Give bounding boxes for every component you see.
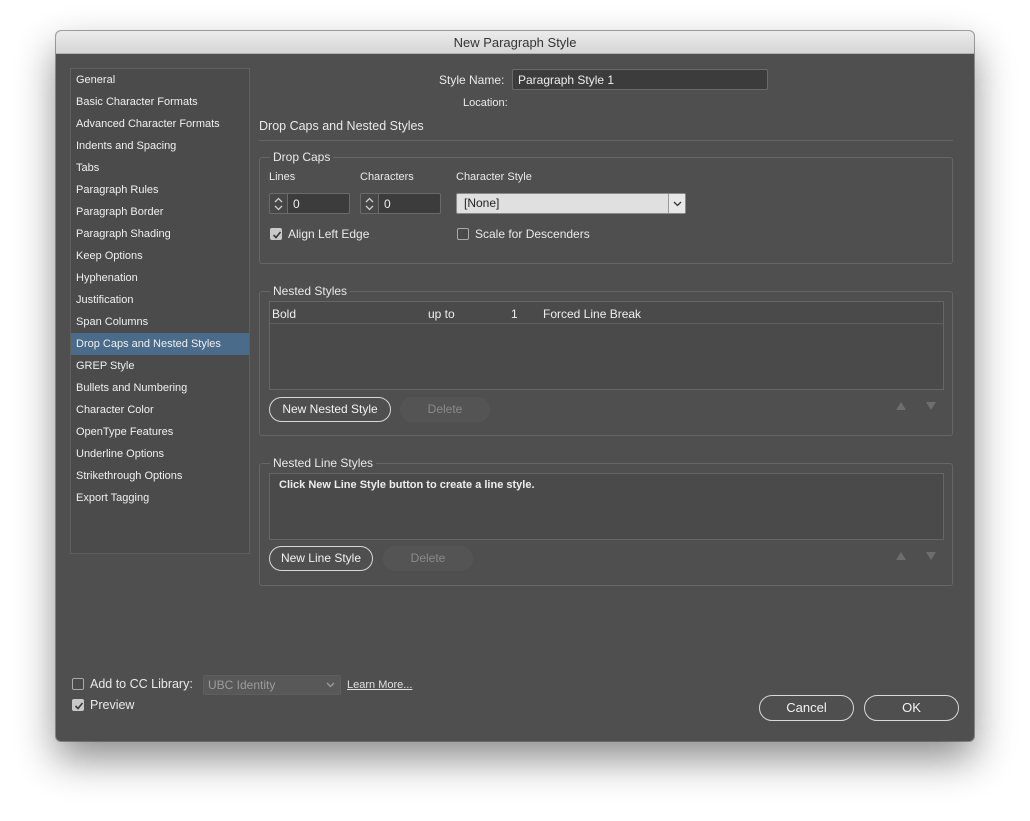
preview-label: Preview [90,698,135,712]
sidebar-item-paragraph-shading[interactable]: Paragraph Shading [71,223,249,245]
characters-input[interactable] [378,193,441,214]
sidebar-item-general[interactable]: General [71,69,249,91]
style-name-input[interactable] [512,69,768,90]
section-divider [259,140,953,141]
nested-style-name[interactable]: Bold [272,307,296,321]
characters-label: Characters [360,171,414,183]
style-name-label: Style Name: [439,73,505,87]
delete-line-style-button[interactable]: Delete [383,546,473,571]
nested-styles-table: Bold up to 1 Forced Line Break [269,301,944,390]
dropdown-toggle[interactable] [668,194,685,213]
cc-library-dropdown[interactable]: UBC Identity [203,675,341,695]
category-sidebar: General Basic Character Formats Advanced… [70,68,250,554]
drop-caps-title: Drop Caps [270,150,334,164]
checkmark-icon [272,231,282,239]
nested-style-count[interactable]: 1 [511,307,518,321]
preview-checkbox[interactable] [72,699,84,711]
ok-button[interactable]: OK [864,695,959,721]
sidebar-item-export-tagging[interactable]: Export Tagging [71,487,249,509]
new-paragraph-style-dialog: New Paragraph Style General Basic Charac… [56,31,974,741]
cancel-button[interactable]: Cancel [759,695,854,721]
scale-for-descenders-checkbox[interactable] [457,228,469,240]
nested-styles-title: Nested Styles [270,284,351,298]
sidebar-item-advanced-character-formats[interactable]: Advanced Character Formats [71,113,249,135]
sidebar-item-paragraph-border[interactable]: Paragraph Border [71,201,249,223]
location-label: Location: [463,97,508,109]
dialog-title: New Paragraph Style [56,31,974,54]
move-down-icon[interactable] [925,551,937,561]
nested-line-styles-hint: Click New Line Style button to create a … [279,479,535,491]
add-to-cc-library-checkbox[interactable] [72,678,84,690]
sidebar-item-paragraph-rules[interactable]: Paragraph Rules [71,179,249,201]
move-up-icon[interactable] [895,551,907,561]
align-left-edge-checkbox[interactable] [270,228,282,240]
lines-input[interactable] [287,193,350,214]
checkmark-icon [74,702,84,710]
chevron-down-icon [326,682,335,688]
lines-stepper[interactable] [269,193,287,214]
character-style-label: Character Style [456,171,532,183]
nested-style-relation[interactable]: up to [428,307,455,321]
nested-style-delimiter[interactable]: Forced Line Break [543,307,641,321]
sidebar-item-bullets-and-numbering[interactable]: Bullets and Numbering [71,377,249,399]
new-nested-style-button[interactable]: New Nested Style [269,397,391,422]
character-style-value: [None] [464,196,500,210]
sidebar-item-tabs[interactable]: Tabs [71,157,249,179]
section-title: Drop Caps and Nested Styles [259,119,424,133]
sidebar-item-span-columns[interactable]: Span Columns [71,311,249,333]
sidebar-item-underline-options[interactable]: Underline Options [71,443,249,465]
sidebar-item-opentype-features[interactable]: OpenType Features [71,421,249,443]
move-up-icon[interactable] [895,401,907,411]
cc-library-value: UBC Identity [208,678,276,692]
stepper-arrows-icon [365,197,374,211]
add-to-cc-library-label: Add to CC Library: [90,677,193,691]
row-divider [270,323,943,324]
nested-line-styles-table: Click New Line Style button to create a … [269,473,944,540]
learn-more-link[interactable]: Learn More... [347,679,412,691]
new-line-style-button[interactable]: New Line Style [269,546,373,571]
lines-label: Lines [269,171,296,183]
sidebar-item-indents-and-spacing[interactable]: Indents and Spacing [71,135,249,157]
chevron-down-icon [673,201,682,207]
sidebar-item-grep-style[interactable]: GREP Style [71,355,249,377]
character-style-dropdown[interactable]: [None] [456,193,686,214]
sidebar-item-justification[interactable]: Justification [71,289,249,311]
delete-nested-style-button[interactable]: Delete [400,397,490,422]
sidebar-item-keep-options[interactable]: Keep Options [71,245,249,267]
scale-for-descenders-label: Scale for Descenders [475,227,590,241]
nested-line-styles-title: Nested Line Styles [270,456,377,470]
sidebar-item-character-color[interactable]: Character Color [71,399,249,421]
sidebar-item-drop-caps-and-nested-styles[interactable]: Drop Caps and Nested Styles [71,333,249,355]
sidebar-item-basic-character-formats[interactable]: Basic Character Formats [71,91,249,113]
align-left-edge-label: Align Left Edge [288,227,370,241]
move-down-icon[interactable] [925,401,937,411]
characters-stepper[interactable] [360,193,378,214]
stepper-arrows-icon [274,197,283,211]
sidebar-item-strikethrough-options[interactable]: Strikethrough Options [71,465,249,487]
sidebar-item-hyphenation[interactable]: Hyphenation [71,267,249,289]
